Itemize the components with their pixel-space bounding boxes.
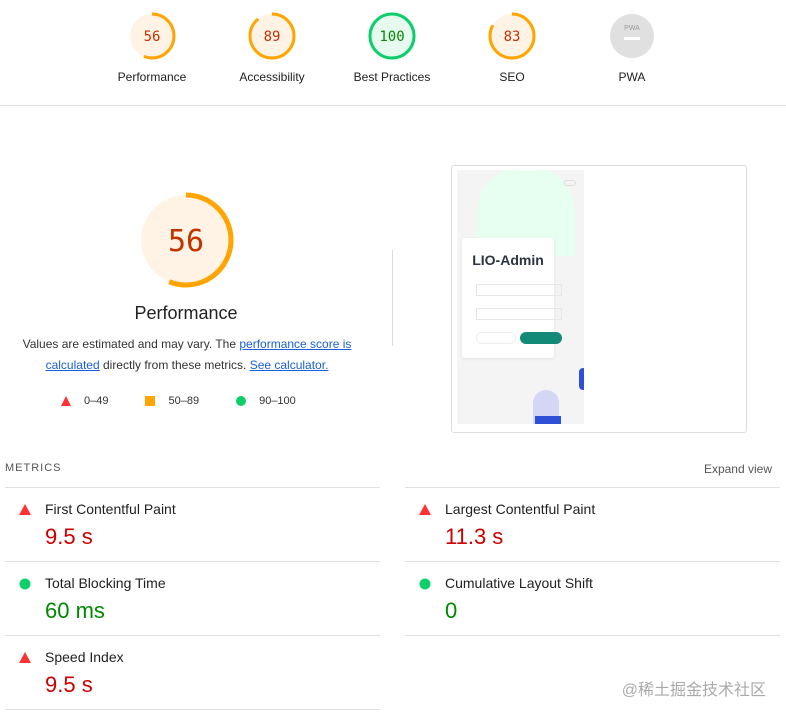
divider <box>405 635 780 636</box>
expand-view-toggle[interactable]: Expand view <box>704 462 772 476</box>
metric-name: First Contentful Paint <box>45 501 176 517</box>
legend-range: 50–89 <box>168 395 200 407</box>
gauge-label: SEO <box>499 70 525 84</box>
metric-value: 9.5 s <box>45 524 93 549</box>
legend-fail: 0–49 <box>60 395 108 407</box>
square-icon <box>145 396 156 406</box>
triangle-icon <box>61 396 71 406</box>
gauge-ring: 83 <box>488 12 536 60</box>
gauge-score: 83 <box>504 29 521 45</box>
decorative-shape <box>535 416 561 424</box>
score-description: Values are estimated and may vary. The p… <box>10 334 364 376</box>
performance-gauge-large: 56 Performance <box>86 190 286 324</box>
metric-speed-index: Speed Index 9.5 s <box>5 635 380 709</box>
see-calculator-link[interactable]: See calculator. <box>250 358 329 372</box>
category-gauges: 56 Performance 89 Accessibility 100 Best Prac… <box>0 0 786 106</box>
metric-name: Largest Contentful Paint <box>445 501 596 517</box>
gauge-score: 89 <box>264 29 281 45</box>
password-input <box>476 308 562 320</box>
metric-value: 0 <box>445 598 458 623</box>
metric-first-contentful-paint: First Contentful Paint 9.5 s <box>5 487 380 561</box>
watermark: @稀土掘金技术社区 <box>621 682 766 699</box>
metric-value: 60 ms <box>45 598 105 623</box>
metric-name: Speed Index <box>45 649 124 665</box>
dash-icon <box>624 37 640 40</box>
gauge-ring: 89 <box>248 12 296 60</box>
gauge-ring: 100 <box>368 12 416 60</box>
score-legend: 0–49 50–89 90–100 <box>60 395 332 407</box>
triangle-icon <box>19 504 31 515</box>
gauge-best-practices[interactable]: 100 Best Practices <box>342 10 442 84</box>
phone-preview: LIO-Admin <box>457 170 584 424</box>
legend-pass: 90–100 <box>235 395 296 407</box>
gauge-performance[interactable]: 56 Performance <box>102 10 202 84</box>
desc-text: Values are estimated and may vary. The <box>22 337 240 351</box>
metric-value: 9.5 s <box>45 672 93 697</box>
triangle-icon <box>419 504 431 515</box>
metric-total-blocking-time: Total Blocking Time 60 ms <box>5 561 380 635</box>
metric-value: 11.3 s <box>445 524 504 549</box>
divider <box>5 709 380 710</box>
section-title: Performance <box>134 303 238 323</box>
final-screenshot[interactable]: LIO-Admin <box>451 165 747 433</box>
legend-range: 90–100 <box>259 395 296 407</box>
gauge-ring: 56 <box>128 12 176 60</box>
gauge-score: 56 <box>144 29 161 45</box>
pwa-badge-text: PWA <box>624 25 640 32</box>
desc-text: directly from these metrics. <box>99 358 250 372</box>
triangle-icon <box>19 652 31 663</box>
toggle-icon <box>564 180 576 186</box>
metric-name: Total Blocking Time <box>45 575 166 591</box>
legend-average: 50–89 <box>144 395 199 407</box>
metric-cumulative-layout-shift: Cumulative Layout Shift 0 <box>405 561 780 635</box>
login-button <box>520 332 562 344</box>
app-title: LIO-Admin <box>472 252 544 268</box>
gauge-label: Accessibility <box>239 70 305 84</box>
login-card: LIO-Admin <box>462 238 562 358</box>
metric-largest-contentful-paint: Largest Contentful Paint 11.3 s <box>405 487 780 561</box>
circle-icon <box>19 578 31 590</box>
gauge-score: 100 <box>379 29 404 45</box>
metrics-heading: METRICS <box>5 462 62 474</box>
gauge-label: Best Practices <box>353 70 431 84</box>
legend-range: 0–49 <box>84 395 109 407</box>
divider <box>392 250 393 346</box>
metric-name: Cumulative Layout Shift <box>445 575 593 591</box>
circle-icon <box>419 578 431 590</box>
score-ring: 56 <box>138 192 234 288</box>
gauge-ring: PWA <box>610 14 654 58</box>
decorative-shape <box>579 368 584 390</box>
username-input <box>476 284 562 296</box>
score-value: 56 <box>168 224 204 259</box>
reset-button <box>476 332 516 344</box>
gauge-label: PWA <box>618 70 646 84</box>
gauge-accessibility[interactable]: 89 Accessibility <box>222 10 322 84</box>
gauge-pwa[interactable]: PWA PWA <box>582 10 682 84</box>
circle-icon <box>236 396 247 406</box>
gauge-seo[interactable]: 83 SEO <box>462 10 562 84</box>
gauge-label: Performance <box>117 70 187 84</box>
